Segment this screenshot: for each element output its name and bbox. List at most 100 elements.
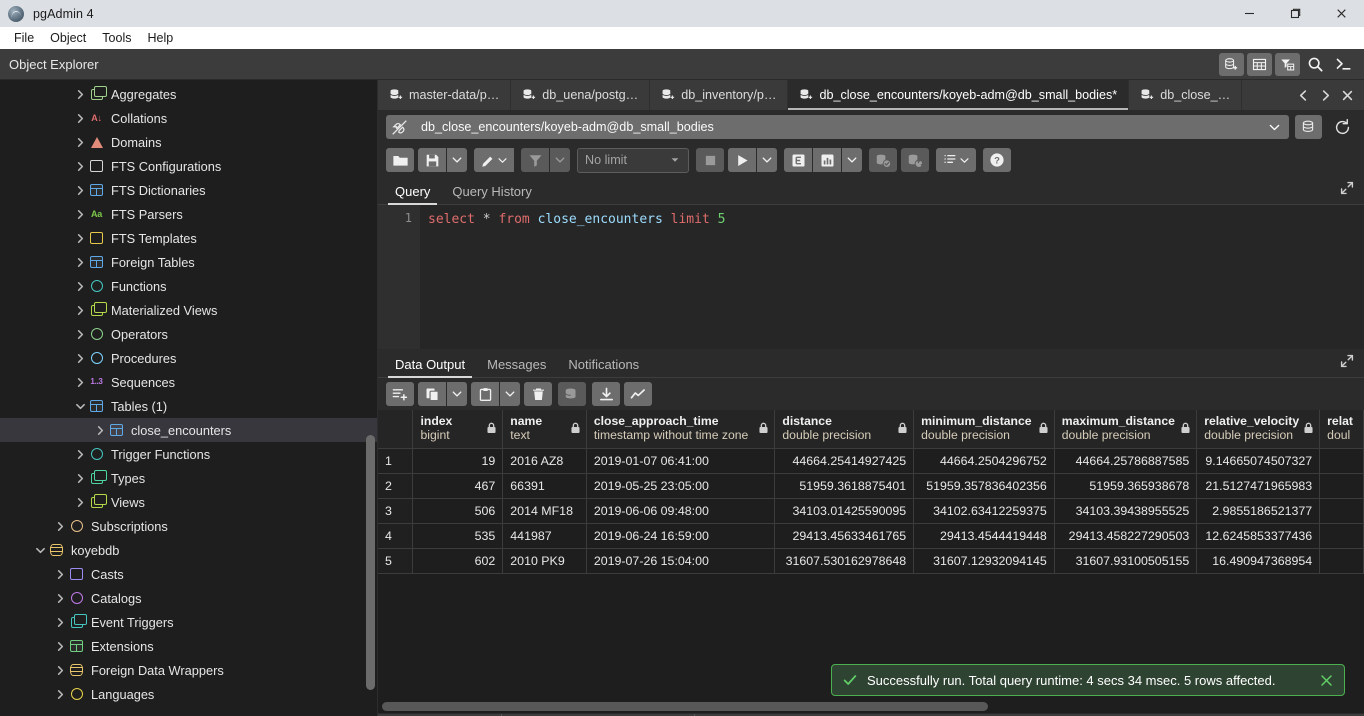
tree-item-extensions[interactable]: Extensions [0, 634, 377, 658]
tree-item-event-triggers[interactable]: Event Triggers [0, 610, 377, 634]
sidebar-scrollbar-thumb[interactable] [366, 435, 375, 690]
grid-cell-name[interactable]: 441987 [502, 523, 587, 549]
chevron-right-icon[interactable] [92, 422, 108, 438]
tab-query[interactable]: Query [384, 184, 441, 205]
tab-data-output[interactable]: Data Output [384, 357, 476, 378]
execute-button[interactable] [728, 148, 756, 172]
grid-cell-close_approach_time[interactable]: 2019-07-26 15:04:00 [586, 548, 776, 574]
menu-item-file[interactable]: File [6, 29, 42, 47]
grid-cell-distance[interactable]: 29413.45633461765 [774, 523, 915, 549]
tree-item-tables-1[interactable]: Tables (1) [0, 394, 377, 418]
menu-item-tools[interactable]: Tools [94, 29, 139, 47]
grid-row-number[interactable]: 1 [378, 448, 414, 474]
chevron-right-icon[interactable] [72, 158, 88, 174]
chevron-right-icon[interactable] [52, 566, 68, 582]
chevron-right-icon[interactable] [72, 134, 88, 150]
grid-cell-index[interactable]: 506 [412, 498, 504, 524]
grid-cell-index[interactable]: 602 [412, 548, 504, 574]
tab-scroll-right-icon[interactable] [1315, 83, 1335, 107]
grid-cell-relat[interactable] [1319, 498, 1364, 524]
grid-cell-index[interactable]: 467 [412, 473, 504, 499]
grid-column-header-distance[interactable]: distance double precision [774, 410, 915, 449]
disconnected-plug-icon[interactable] [386, 115, 413, 139]
tree-item-foreign-data-wrappers[interactable]: Foreign Data Wrappers [0, 658, 377, 682]
menu-item-object[interactable]: Object [42, 29, 94, 47]
chevron-down-icon[interactable] [32, 542, 48, 558]
tree-item-fts-configurations[interactable]: FTS Configurations [0, 154, 377, 178]
grid-cell-name[interactable]: 66391 [502, 473, 587, 499]
add-row-icon[interactable] [386, 382, 414, 406]
chevron-right-icon[interactable] [72, 278, 88, 294]
grid-hscroll-thumb[interactable] [382, 702, 989, 711]
query-tab-2[interactable]: db_inventory/p… [650, 80, 789, 110]
chevron-right-icon[interactable] [72, 350, 88, 366]
tab-query-history[interactable]: Query History [441, 184, 542, 204]
chevron-right-icon[interactable] [72, 302, 88, 318]
commit-icon[interactable] [869, 148, 897, 172]
grid-row-number[interactable]: 5 [378, 548, 414, 574]
query-tab-1[interactable]: db_uena/postg… [511, 80, 651, 110]
chevron-right-icon[interactable] [72, 254, 88, 270]
tab-messages[interactable]: Messages [476, 357, 557, 377]
close-icon[interactable] [1319, 673, 1334, 688]
copy-icon[interactable] [418, 382, 446, 406]
table-row[interactable]: 1 19 2016 AZ8 2019-01-07 06:41:00 44664.2541… [378, 448, 1364, 474]
table-icon[interactable] [1247, 52, 1272, 76]
grid-cell-minimum_distance[interactable]: 44664.2504296752 [913, 448, 1055, 474]
editor-code[interactable]: select * from close_encounters limit 5 [420, 205, 1364, 349]
tree-item-fts-parsers[interactable]: Aa FTS Parsers [0, 202, 377, 226]
tree-item-materialized-views[interactable]: Materialized Views [0, 298, 377, 322]
expand-panel-icon[interactable] [1340, 181, 1354, 200]
grid-cell-minimum_distance[interactable]: 51959.357836402356 [913, 473, 1055, 499]
chevron-right-icon[interactable] [72, 446, 88, 462]
minimize-icon[interactable] [1226, 0, 1272, 27]
explain-dropdown[interactable] [842, 148, 862, 172]
list-chevron-icon[interactable] [936, 148, 976, 172]
save-data-icon[interactable] [558, 382, 586, 406]
grid-cell-distance[interactable]: 34103.01425590095 [774, 498, 915, 524]
copy-dropdown[interactable] [447, 382, 467, 406]
maximize-icon[interactable] [1272, 0, 1318, 27]
question-mark-icon[interactable]: ? [983, 148, 1011, 172]
tree-item-catalogs[interactable]: Catalogs [0, 586, 377, 610]
tree-item-aggregates[interactable]: Aggregates [0, 82, 377, 106]
grid-cell-name[interactable]: 2016 AZ8 [502, 448, 587, 474]
chevron-right-icon[interactable] [72, 374, 88, 390]
grid-cell-distance[interactable]: 51959.3618875401 [774, 473, 915, 499]
grid-cell-minimum_distance[interactable]: 34102.63412259375 [913, 498, 1055, 524]
grid-cell-maximum_distance[interactable]: 31607.93100505155 [1054, 548, 1198, 574]
grid-cell-minimum_distance[interactable]: 29413.4544419448 [913, 523, 1055, 549]
chevron-right-icon[interactable] [52, 662, 68, 678]
chevron-right-icon[interactable] [72, 326, 88, 342]
chevron-right-icon[interactable] [72, 230, 88, 246]
copy-connection-icon[interactable] [1295, 115, 1322, 139]
chevron-right-icon[interactable] [52, 686, 68, 702]
tree-item-casts[interactable]: Casts [0, 562, 377, 586]
chevron-right-icon[interactable] [72, 182, 88, 198]
grid-column-header-maximum_distance[interactable]: maximum_distance double precision [1054, 410, 1198, 449]
tree-item-procedures[interactable]: Procedures [0, 346, 377, 370]
execute-dropdown[interactable] [757, 148, 777, 172]
grid-cell-maximum_distance[interactable]: 44664.25786887585 [1054, 448, 1198, 474]
connection-select[interactable]: db_close_encounters/koyeb-adm@db_small_b… [413, 115, 1289, 139]
grid-cell-distance[interactable]: 31607.530162978648 [774, 548, 915, 574]
grid-cell-relat[interactable] [1319, 548, 1364, 574]
grid-cell-relative_velocity[interactable]: 2.9855186521377 [1196, 498, 1321, 524]
paste-dropdown[interactable] [500, 382, 520, 406]
tree-item-collations[interactable]: A↓ Collations [0, 106, 377, 130]
explain-e-icon[interactable] [784, 148, 812, 172]
filter-dropdown[interactable] [550, 148, 570, 172]
grid-cell-distance[interactable]: 44664.25414927425 [774, 448, 915, 474]
grid-cell-relat[interactable] [1319, 523, 1364, 549]
line-chart-icon[interactable] [624, 382, 652, 406]
menu-item-help[interactable]: Help [139, 29, 181, 47]
table-row[interactable]: 4 535 441987 2019-06-24 16:59:00 29413.45633… [378, 523, 1364, 549]
grid-cell-close_approach_time[interactable]: 2019-06-24 16:59:00 [586, 523, 776, 549]
chevron-right-icon[interactable] [72, 470, 88, 486]
grid-cell-close_approach_time[interactable]: 2019-01-07 06:41:00 [586, 448, 776, 474]
tree-item-koyebdb[interactable]: koyebdb [0, 538, 377, 562]
grid-cell-relat[interactable] [1319, 448, 1364, 474]
chevron-right-icon[interactable] [52, 614, 68, 630]
tree-item-operators[interactable]: Operators [0, 322, 377, 346]
stop-button[interactable] [696, 148, 724, 172]
